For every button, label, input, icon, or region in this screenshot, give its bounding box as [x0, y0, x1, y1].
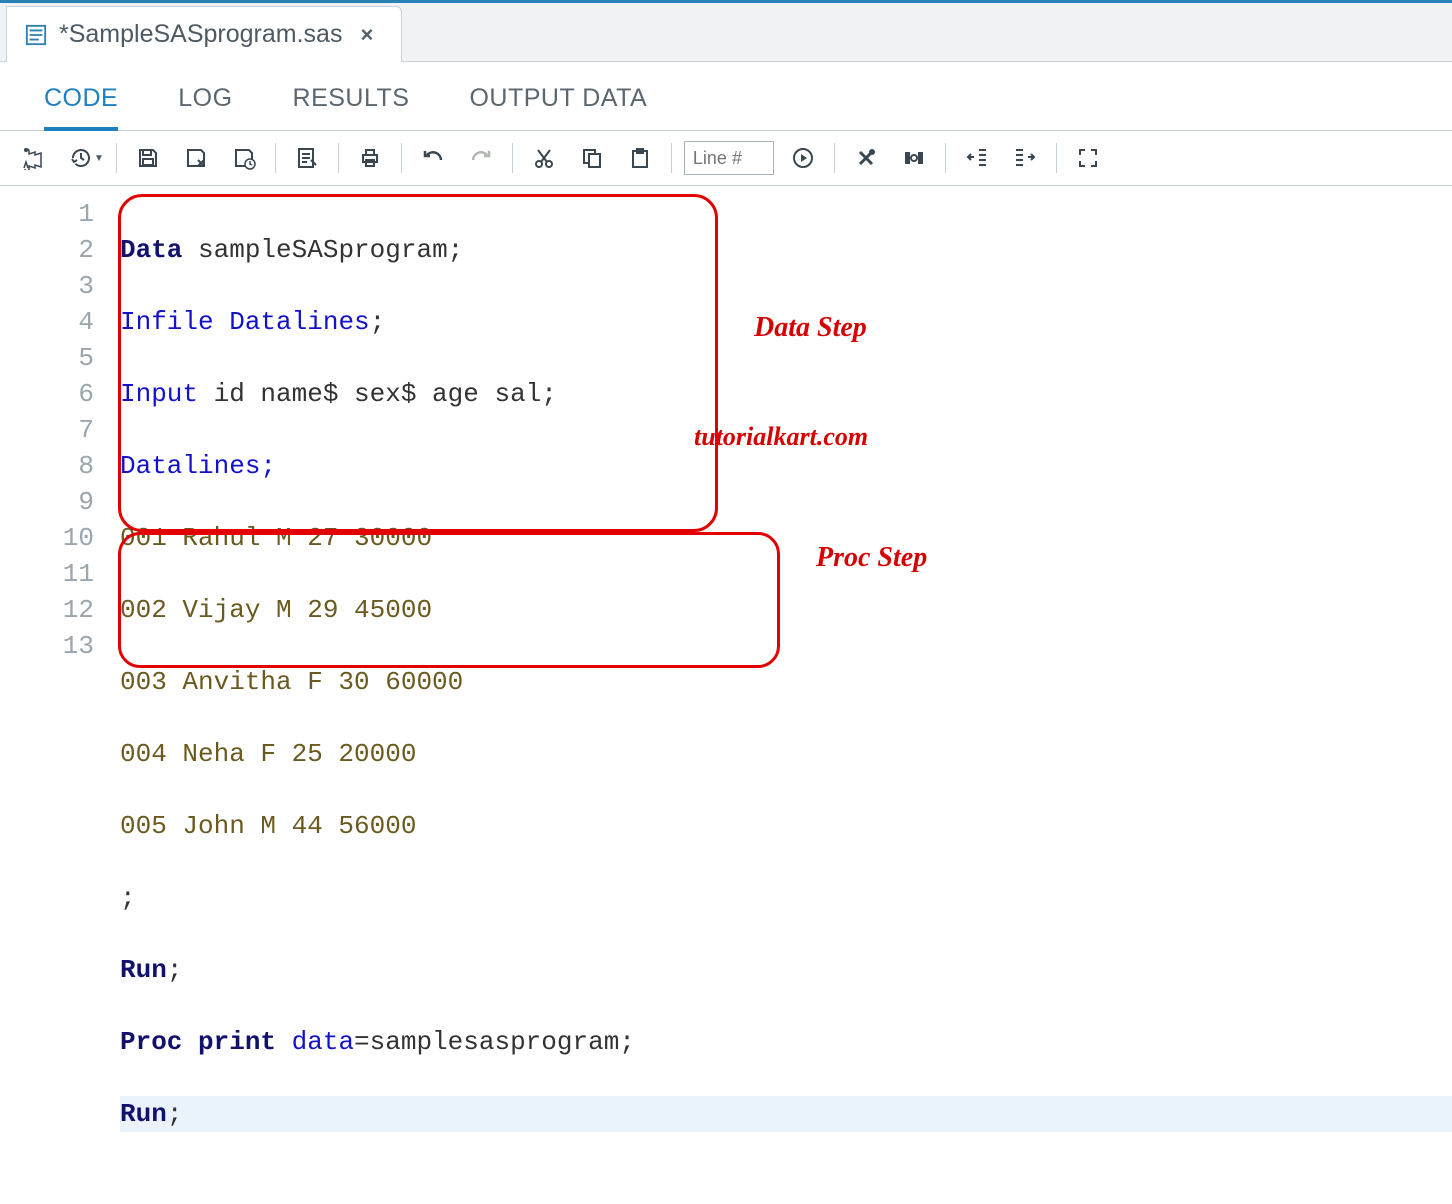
- kw: Infile: [120, 307, 214, 337]
- annotation-label-data-step: Data Step: [754, 312, 867, 344]
- snippet-icon[interactable]: [288, 141, 326, 175]
- undo-icon[interactable]: [414, 141, 452, 175]
- line-number: 3: [0, 268, 94, 304]
- copy-icon[interactable]: [573, 141, 611, 175]
- find-icon[interactable]: [895, 141, 933, 175]
- indent-out-icon[interactable]: [958, 141, 996, 175]
- editor-toolbar: ▼: [0, 131, 1452, 186]
- data-row: 001 Rahul M 27 30000: [120, 523, 432, 553]
- ident: sampleSASprogram: [182, 235, 447, 265]
- line-number: 13: [0, 628, 94, 664]
- go-icon[interactable]: [784, 141, 822, 175]
- separator: [945, 143, 946, 173]
- line-gutter: 1 2 3 4 5 6 7 8 9 10 11 12 13: [0, 186, 110, 1204]
- sas-studio-window: *SampleSASprogram.sas × CODE LOG RESULTS…: [0, 0, 1452, 744]
- tab-code[interactable]: CODE: [44, 84, 118, 131]
- redo-icon[interactable]: [462, 141, 500, 175]
- ident: =samplesasprogram: [354, 1027, 619, 1057]
- sas-file-icon: [25, 23, 47, 47]
- goto-line-input[interactable]: [684, 141, 774, 175]
- punct: ;: [120, 883, 136, 913]
- separator: [512, 143, 513, 173]
- data-row: 002 Vijay M 29 45000: [120, 595, 432, 625]
- line-number: 1: [0, 196, 94, 232]
- punct: ;: [167, 955, 183, 985]
- kw: data: [276, 1027, 354, 1057]
- line-number: 8: [0, 448, 94, 484]
- chevron-down-icon[interactable]: ▼: [94, 153, 104, 164]
- paste-icon[interactable]: [621, 141, 659, 175]
- run-icon[interactable]: [14, 141, 52, 175]
- punct: ;: [619, 1027, 635, 1057]
- maximize-icon[interactable]: [1069, 141, 1107, 175]
- line-number: 7: [0, 412, 94, 448]
- save-as-icon[interactable]: [177, 141, 215, 175]
- separator: [275, 143, 276, 173]
- kw: Proc print: [120, 1027, 276, 1057]
- data-row: 005 John M 44 56000: [120, 811, 416, 841]
- kw: Data: [120, 235, 182, 265]
- separator: [834, 143, 835, 173]
- separator: [1056, 143, 1057, 173]
- punct: ;: [167, 1099, 183, 1129]
- line-number: 2: [0, 232, 94, 268]
- tab-log[interactable]: LOG: [178, 84, 232, 130]
- line-number: 4: [0, 304, 94, 340]
- punct: ;: [448, 235, 464, 265]
- vars: id name$ sex$ age sal: [198, 379, 541, 409]
- save-icon[interactable]: [129, 141, 167, 175]
- line-number: 11: [0, 556, 94, 592]
- punct: ;: [541, 379, 557, 409]
- separator: [401, 143, 402, 173]
- tab-output-data[interactable]: OUTPUT DATA: [469, 84, 647, 130]
- indent-in-icon[interactable]: [1006, 141, 1044, 175]
- line-number: 12: [0, 592, 94, 628]
- line-number: 5: [0, 340, 94, 376]
- kw: Datalines: [214, 307, 370, 337]
- code-editor[interactable]: 1 2 3 4 5 6 7 8 9 10 11 12 13 Data sampl…: [0, 186, 1452, 1204]
- file-tab-name: *SampleSASprogram.sas: [59, 20, 342, 49]
- line-number: 10: [0, 520, 94, 556]
- punct: ;: [370, 307, 386, 337]
- close-icon[interactable]: ×: [354, 22, 379, 48]
- file-tab-bar: *SampleSASprogram.sas ×: [0, 0, 1452, 62]
- annotation-watermark: tutorialkart.com: [694, 422, 868, 452]
- separator: [671, 143, 672, 173]
- file-tab[interactable]: *SampleSASprogram.sas ×: [6, 6, 402, 62]
- save-log-icon[interactable]: [225, 141, 263, 175]
- separator: [116, 143, 117, 173]
- inner-tab-bar: CODE LOG RESULTS OUTPUT DATA: [0, 62, 1452, 131]
- print-icon[interactable]: [351, 141, 389, 175]
- data-row: 003 Anvitha F 30 60000: [120, 667, 463, 697]
- clear-icon[interactable]: [847, 141, 885, 175]
- kw: Datalines;: [120, 451, 276, 481]
- kw: Input: [120, 379, 198, 409]
- separator: [338, 143, 339, 173]
- line-number: 6: [0, 376, 94, 412]
- kw: Run: [120, 1099, 167, 1129]
- tab-results[interactable]: RESULTS: [293, 84, 410, 130]
- cut-icon[interactable]: [525, 141, 563, 175]
- line-number: 9: [0, 484, 94, 520]
- kw: Run: [120, 955, 167, 985]
- annotation-label-proc-step: Proc Step: [816, 542, 927, 574]
